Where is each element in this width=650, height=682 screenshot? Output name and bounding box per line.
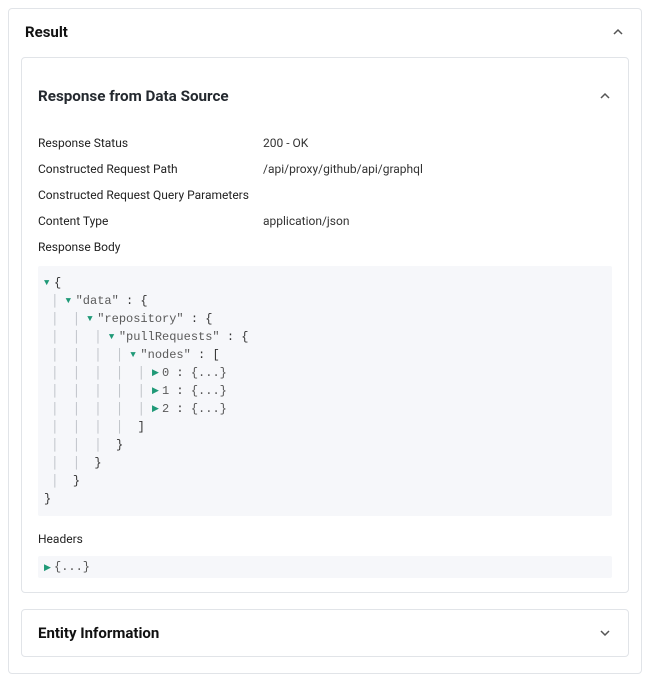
triangle-right-icon[interactable]: ▶ [152,385,162,399]
triangle-down-icon[interactable]: ▼ [109,331,119,345]
path-row: Constructed Request Path /api/proxy/gith… [22,156,628,182]
response-title: Response from Data Source [38,87,229,105]
body-label: Response Body [22,234,628,260]
chevron-up-icon[interactable] [598,89,612,103]
content-type-value: application/json [263,214,349,228]
query-label: Constructed Request Query Parameters [38,188,263,202]
response-header[interactable]: Response from Data Source [22,58,628,130]
content-type-label: Content Type [38,214,263,228]
response-card: Response from Data Source Response Statu… [21,57,629,593]
query-row: Constructed Request Query Parameters [22,182,628,208]
headers-json[interactable]: ▶{...} [38,556,612,578]
result-panel: Result Response from Data Source Respons… [8,8,642,674]
chevron-down-icon[interactable] [598,626,612,640]
path-label: Constructed Request Path [38,162,263,176]
triangle-right-icon[interactable]: ▶ [44,563,54,573]
triangle-down-icon[interactable]: ▼ [44,277,54,291]
triangle-right-icon[interactable]: ▶ [152,367,162,381]
path-value: /api/proxy/github/api/graphql [263,162,423,176]
entity-card: Entity Information [21,609,629,657]
triangle-right-icon[interactable]: ▶ [152,403,162,417]
headers-label: Headers [22,526,628,552]
content-type-row: Content Type application/json [22,208,628,234]
result-header[interactable]: Result [9,9,641,49]
response-body-json[interactable]: ▼{ │ ▼"data" : { │ │ ▼"repository" : { │… [38,266,612,516]
entity-title: Entity Information [38,624,159,642]
triangle-down-icon[interactable]: ▼ [130,349,140,363]
triangle-down-icon[interactable]: ▼ [66,295,76,309]
triangle-down-icon[interactable]: ▼ [87,313,97,327]
entity-header[interactable]: Entity Information [22,610,628,656]
chevron-up-icon[interactable] [611,25,625,39]
status-value: 200 - OK [263,136,308,150]
status-label: Response Status [38,136,263,150]
result-title: Result [25,23,68,41]
status-row: Response Status 200 - OK [22,130,628,156]
